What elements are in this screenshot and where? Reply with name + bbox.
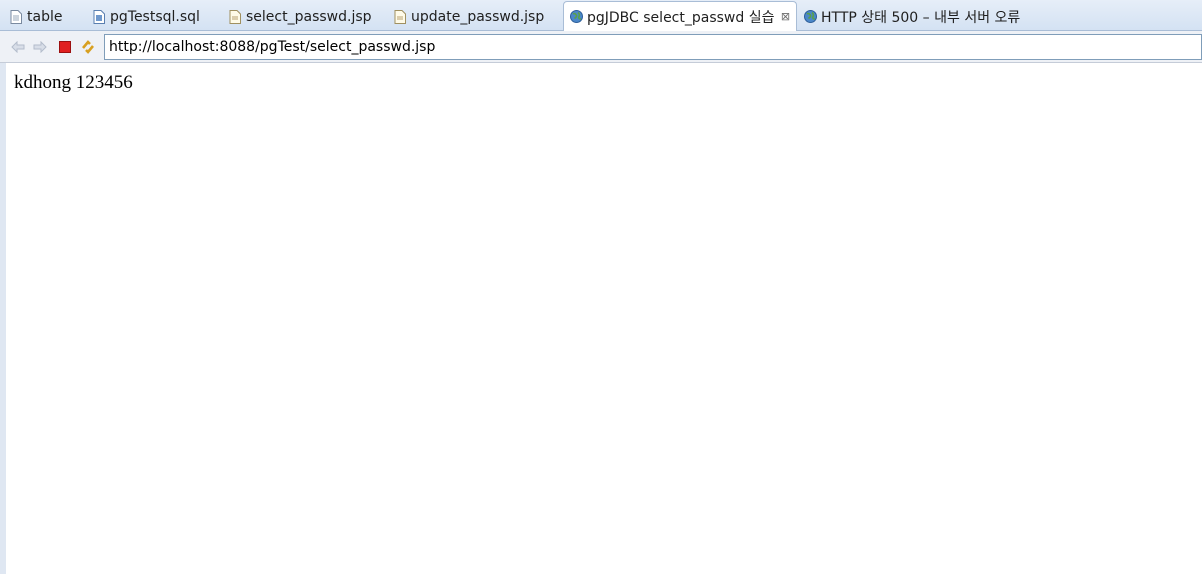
query-result-text: kdhong 123456 [14,72,133,93]
refresh-icon[interactable] [80,39,96,55]
tab-label: update_passwd.jsp [411,8,545,25]
jsp-file-icon [229,9,241,24]
tab-http-500[interactable]: HTTP 상태 500 – 내부 서버 오류 [804,2,1020,31]
editor-tab-strip: table pgTestsql.sql select_passwd.jsp up… [0,0,1202,31]
browser-window: table pgTestsql.sql select_passwd.jsp up… [0,0,1202,574]
tab-label: pgTestsql.sql [110,8,200,25]
forward-arrow-icon[interactable] [32,39,48,55]
tab-pgjdbc-select-passwd[interactable]: pgJDBC select_passwd 실습 ⊠ [563,1,798,31]
tab-select-passwd[interactable]: select_passwd.jsp [229,2,372,31]
tab-update-passwd[interactable]: update_passwd.jsp [394,2,544,31]
url-input[interactable] [104,34,1202,60]
tab-pgtestsql[interactable]: pgTestsql.sql [93,2,200,31]
back-arrow-icon[interactable] [10,39,26,55]
tab-label: table [27,8,63,25]
jsp-file-icon [394,9,406,24]
tab-label: HTTP 상태 500 – 내부 서버 오류 [821,9,1021,26]
stop-icon[interactable] [57,39,73,55]
tab-label: pgJDBC select_passwd 실습 [587,9,775,26]
close-icon[interactable]: ⊠ [780,10,790,23]
tab-table[interactable]: table [10,2,62,31]
globe-icon [804,9,817,24]
browser-toolbar [0,31,1202,63]
page-content: kdhong 123456 [0,63,1202,574]
sql-file-icon [93,9,105,24]
text-file-icon [10,9,22,24]
tab-label: select_passwd.jsp [246,8,372,25]
globe-icon [570,9,583,24]
